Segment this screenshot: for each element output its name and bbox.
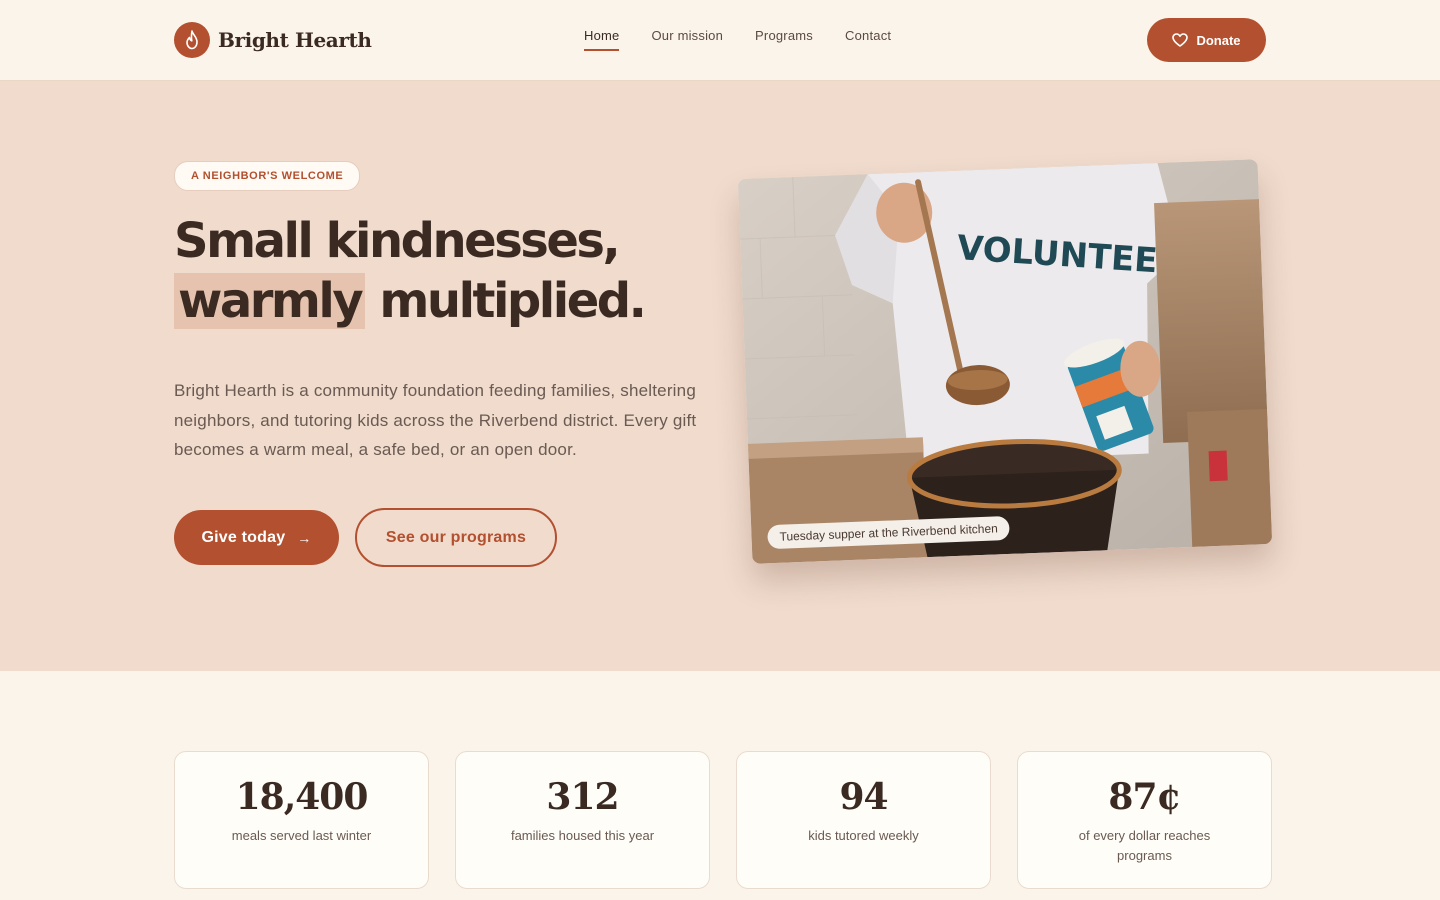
site-header: Bright Hearth Home Our mission Programs … <box>0 0 1440 81</box>
stat-value: 18,400 <box>235 776 369 818</box>
eyebrow-badge: A NEIGHBOR'S WELCOME <box>174 161 361 191</box>
nav-item-contact[interactable]: Contact <box>845 28 891 51</box>
hero-section: A NEIGHBOR'S WELCOME Small kindnesses, w… <box>0 81 1440 671</box>
hero-description: Bright Hearth is a community foundation … <box>174 381 697 459</box>
stat-value: 87¢ <box>1108 776 1181 818</box>
arrow-right-icon: → <box>297 529 312 546</box>
stat-card: 18,400 meals served last winter <box>174 751 429 889</box>
brand-logo[interactable]: Bright Hearth <box>174 22 372 58</box>
nav-item-our-mission[interactable]: Our mission <box>651 28 723 51</box>
give-today-button[interactable]: Give today → <box>174 510 339 565</box>
stat-value: 312 <box>546 776 619 818</box>
see-programs-button[interactable]: See our programs <box>355 508 557 567</box>
stat-value: 94 <box>839 776 888 818</box>
stat-label: families housed this year <box>510 828 655 843</box>
nav-item-home[interactable]: Home <box>584 28 620 51</box>
headline-line-1: Small kindnesses, <box>174 213 621 269</box>
stat-label: meals served last winter <box>231 828 372 843</box>
heart-icon <box>1172 33 1189 47</box>
stat-card: 87¢ of every dollar reaches programs <box>1017 751 1272 889</box>
nav-item-programs[interactable]: Programs <box>755 28 813 51</box>
brand-name: Bright Hearth <box>218 28 372 52</box>
flame-icon <box>174 22 210 58</box>
donate-label: Donate <box>1196 32 1241 48</box>
stat-label: of every dollar reaches programs <box>1078 828 1211 863</box>
main-nav: Home Our mission Programs Contact <box>584 28 923 51</box>
headline-rest: multiplied. <box>365 273 646 329</box>
hero-headline: Small kindnesses, warmly multiplied. <box>174 211 734 331</box>
donate-button[interactable]: Donate <box>1147 18 1266 62</box>
stat-label: kids tutored weekly <box>808 828 919 843</box>
stat-card: 94 kids tutored weekly <box>736 751 991 889</box>
see-programs-label: See our programs <box>385 528 527 546</box>
give-today-label: Give today <box>201 528 286 546</box>
stat-card: 312 families housed this year <box>455 751 710 889</box>
headline-highlight: warmly <box>174 273 366 329</box>
hero-photo: VOLUNTEER Tuesday supper at the Riverben… <box>737 159 1273 564</box>
stats-row: 18,400 meals served last winter 312 fami… <box>174 751 1272 889</box>
